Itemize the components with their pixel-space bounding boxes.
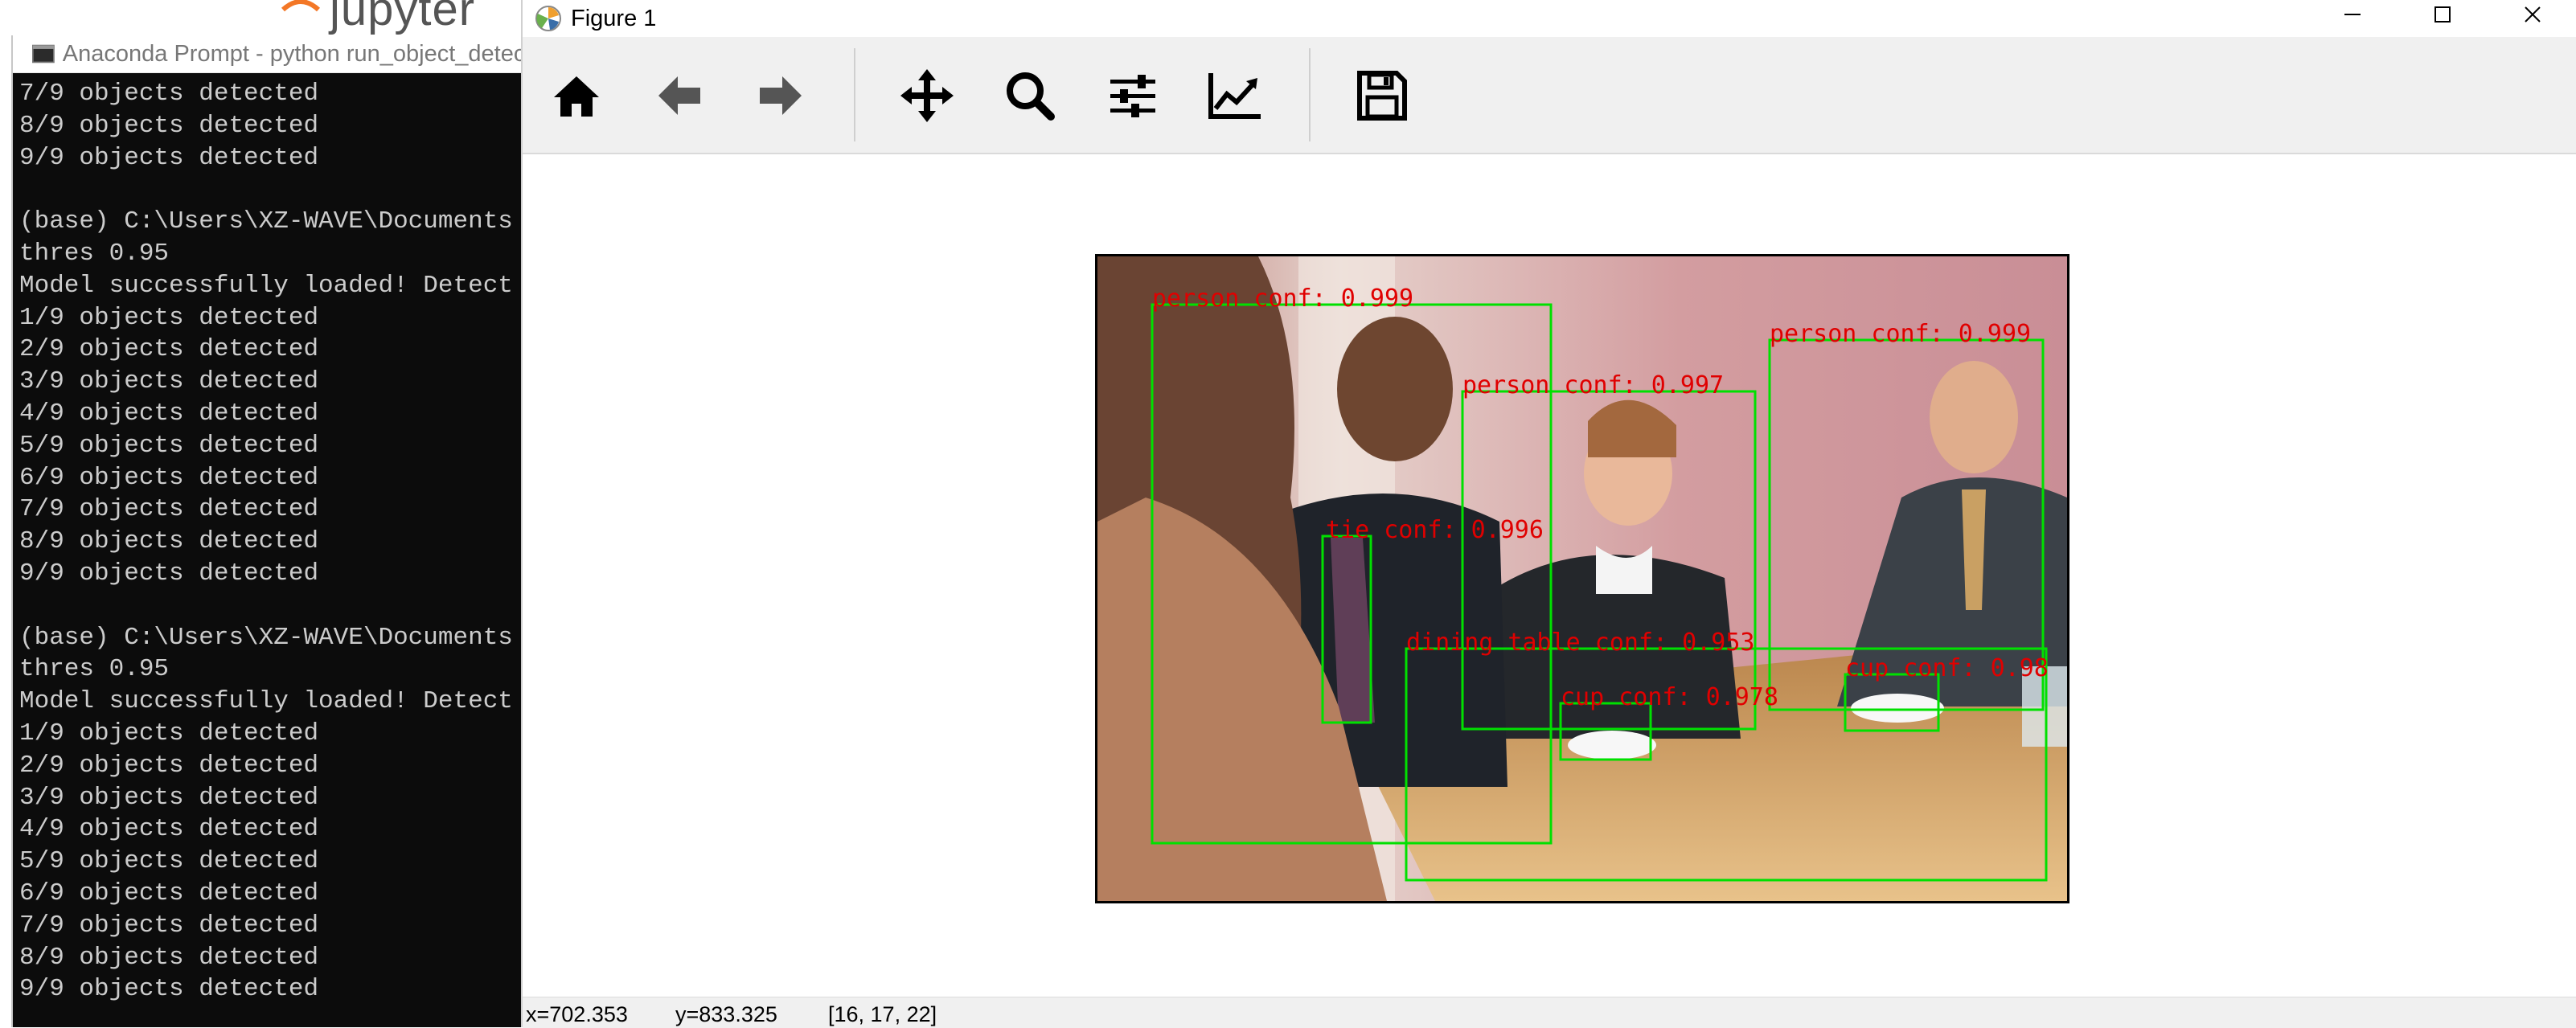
toolbar-separator: [854, 48, 855, 141]
console-line: 8/9 objects detected: [19, 527, 319, 556]
console-line: (base) C:\Users\XZ-WAVE\Documents: [19, 623, 513, 652]
save-icon: [1357, 71, 1407, 121]
figure-titlebar[interactable]: Figure 1: [523, 0, 2576, 37]
cursor-x-readout: x=702.353: [526, 1002, 628, 1026]
zoom-icon: [1007, 72, 1055, 121]
pan-icon: [900, 69, 954, 122]
console-line: Model successfully loaded! Detect: [19, 271, 513, 300]
figure-toolbar: [523, 37, 2576, 154]
edit-axis-icon: [1208, 73, 1261, 119]
back-arrow-icon: [658, 76, 700, 115]
detection-label: person conf: 0.999: [1152, 285, 1413, 313]
person-right-tie: [1962, 489, 1986, 610]
console-line: 9/9 objects detected: [19, 975, 319, 1004]
person-left-head: [1337, 317, 1453, 461]
console-line: 1/9 objects detected: [19, 303, 319, 332]
pixel-value-readout: [16, 17, 22]: [828, 1002, 937, 1026]
console-titlebar[interactable]: Anaconda Prompt - python run_object_dete…: [13, 35, 524, 73]
console-line: 6/9 objects detected: [19, 879, 319, 907]
console-line: 6/9 objects detected: [19, 463, 319, 492]
detection-label: cup conf: 0.98: [1845, 654, 2049, 682]
console-line: 8/9 objects detected: [19, 111, 319, 140]
save-button[interactable]: [1354, 68, 1410, 124]
detection-label: person conf: 0.999: [1770, 320, 2031, 348]
figure-title: Figure 1: [571, 5, 657, 31]
maximize-button[interactable]: [2398, 0, 2488, 29]
console-title: Anaconda Prompt - python run_object_dete…: [62, 40, 524, 67]
console-line: 1/9 objects detected: [19, 719, 319, 747]
anaconda-prompt-window[interactable]: Anaconda Prompt - python run_object_dete…: [11, 35, 524, 1027]
meeting-photo: person conf: 0.999 person conf: 0.997 pers…: [1097, 256, 2067, 901]
console-line: 9/9 objects detected: [19, 143, 319, 172]
cup-center: [1568, 731, 1656, 760]
close-button[interactable]: [2488, 0, 2576, 29]
edit-axis-button[interactable]: [1208, 68, 1264, 124]
cup-right: [1851, 694, 1944, 723]
detection-label: dining table conf: 0.953: [1406, 629, 1754, 657]
console-line: 3/9 objects detected: [19, 367, 319, 396]
pan-button[interactable]: [899, 68, 955, 124]
window-controls: [2307, 0, 2576, 37]
home-icon: [554, 76, 599, 117]
detection-label: cup conf: 0.978: [1561, 683, 1778, 711]
forward-arrow-icon: [760, 76, 802, 115]
detection-label: person conf: 0.997: [1462, 371, 1724, 399]
home-button[interactable]: [548, 68, 605, 124]
console-line: 3/9 objects detected: [19, 783, 319, 812]
jupyter-logo-icon: [281, 0, 321, 12]
minimize-button[interactable]: [2307, 0, 2398, 29]
console-line: 4/9 objects detected: [19, 399, 319, 428]
jupyter-logo-text: jupyter: [330, 0, 476, 35]
console-output[interactable]: 7/9 objects detected 8/9 objects detected…: [13, 73, 524, 1026]
minimize-icon: [2344, 14, 2361, 15]
console-line: 5/9 objects detected: [19, 431, 319, 460]
configure-subplots-button[interactable]: [1105, 68, 1161, 124]
console-line: 5/9 objects detected: [19, 847, 319, 876]
detection-label: tie conf: 0.996: [1326, 516, 1544, 544]
console-line: 7/9 objects detected: [19, 911, 319, 940]
console-line: (base) C:\Users\XZ-WAVE\Documents: [19, 207, 513, 236]
console-line: 9/9 objects detected: [19, 559, 319, 588]
subplots-icon: [1110, 75, 1155, 117]
zoom-button[interactable]: [1002, 68, 1058, 124]
close-icon: [2525, 6, 2541, 23]
maximize-icon: [2434, 6, 2451, 23]
back-button[interactable]: [651, 68, 708, 124]
status-bar: x=702.353 y=833.325 [16, 17, 22]: [523, 997, 2576, 1028]
console-line: Model successfully loaded! Detect: [19, 687, 513, 716]
figure-window[interactable]: Figure 1 person conf: 0.999 person conf:…: [521, 0, 2576, 1028]
toolbar-separator: [1309, 48, 1311, 141]
console-line: thres 0.95: [19, 655, 170, 684]
console-line: 7/9 objects detected: [19, 495, 319, 524]
console-line: 4/9 objects detected: [19, 815, 319, 844]
command-prompt-icon: [32, 44, 55, 63]
console-line: 2/9 objects detected: [19, 751, 319, 780]
detection-image: person conf: 0.999 person conf: 0.997 pers…: [1095, 254, 2069, 903]
matplotlib-icon: [535, 6, 561, 31]
figure-canvas[interactable]: person conf: 0.999 person conf: 0.997 pers…: [523, 154, 2576, 997]
cursor-y-readout: y=833.325: [675, 1002, 777, 1026]
jupyter-window-strip: jupyter: [0, 0, 523, 40]
console-line: 7/9 objects detected: [19, 80, 319, 108]
person-right-head: [1930, 361, 2018, 473]
console-line: thres 0.95: [19, 239, 170, 268]
console-line: 2/9 objects detected: [19, 335, 319, 364]
console-line: 8/9 objects detected: [19, 943, 319, 972]
forward-button[interactable]: [753, 68, 809, 124]
